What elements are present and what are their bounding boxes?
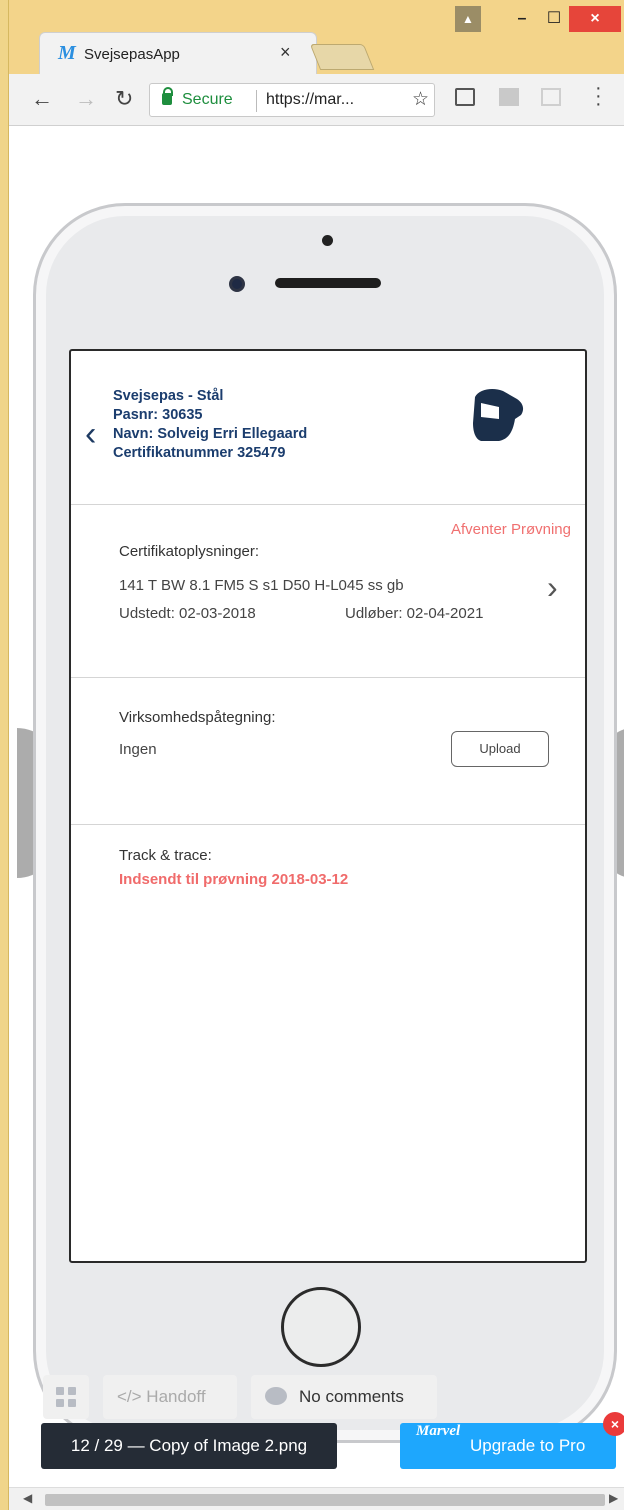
url-text[interactable]: https://mar... (266, 91, 354, 109)
passport-title: Svejsepas - Stål (113, 388, 224, 404)
endorsement-value: Ingen (119, 741, 157, 758)
certificate-number: Certifikatnummer 325479 (113, 445, 286, 461)
comments-button[interactable]: No comments (251, 1375, 437, 1419)
tracking-status: Indsendt til prøvning 2018-03-12 (119, 871, 349, 888)
new-tab-button[interactable] (309, 44, 375, 70)
divider (71, 677, 585, 678)
reload-icon[interactable]: ↻ (115, 86, 133, 112)
scroll-left-icon[interactable]: ◀ (23, 1491, 32, 1505)
chevron-left-icon[interactable]: ‹ (85, 415, 96, 454)
tab-close-icon[interactable]: × (280, 42, 291, 63)
close-window-button[interactable]: × (569, 6, 621, 32)
phone-speaker (275, 278, 381, 288)
address-divider (256, 90, 257, 112)
tracking-label: Track & trace: (119, 847, 212, 864)
comment-icon (265, 1387, 287, 1405)
welder-name: Navn: Solveig Erri Ellegaard (113, 426, 308, 442)
minimize-button[interactable]: – (509, 6, 535, 32)
issued-date: Udstedt: 02-03-2018 (119, 605, 256, 622)
status-badge: Afventer Prøvning (450, 521, 571, 538)
handoff-button[interactable]: </> Handoff (103, 1375, 237, 1419)
passport-number: Pasnr: 30635 (113, 407, 203, 423)
expiry-date: Udløber: 02-04-2021 (345, 605, 484, 622)
back-arrow-icon[interactable]: ← (31, 86, 53, 112)
app-screen: ‹ Svejsepas - Stål Pasnr: 30635 Navn: So… (69, 349, 587, 1263)
phone-home-button (281, 1287, 361, 1367)
menu-icon[interactable]: · · · (595, 78, 602, 114)
lock-icon (162, 87, 173, 105)
extension-icon[interactable] (541, 88, 561, 106)
divider (71, 824, 585, 825)
star-icon[interactable]: ☆ (412, 88, 429, 111)
upgrade-button[interactable]: Marvel Upgrade to Pro (400, 1423, 616, 1469)
browser-window: M SvejsepasApp × ▲ – ☐ × ← → ↻ Secure ht… (8, 0, 624, 1510)
phone-sensor (322, 235, 333, 246)
scrollbar-thumb[interactable] (45, 1494, 605, 1506)
phone-camera (229, 276, 245, 292)
upgrade-label: Upgrade to Pro (470, 1436, 586, 1455)
maximize-button[interactable]: ☐ (541, 6, 567, 32)
secure-label: Secure (182, 91, 233, 108)
horizontal-scrollbar[interactable]: ◀ ▶ (9, 1487, 624, 1510)
profile-icon[interactable]: ▲ (455, 6, 481, 32)
endorsement-label: Virksomhedspåtegning: (119, 709, 276, 726)
marvel-favicon-icon: M (58, 42, 76, 64)
upload-button[interactable]: Upload (451, 731, 549, 767)
tab-title: SvejsepasApp (84, 46, 180, 63)
grid-icon[interactable] (43, 1375, 89, 1419)
certificate-label: Certifikatoplysninger: (119, 543, 260, 560)
certificate-code: 141 T BW 8.1 FM5 S s1 D50 H-L045 ss gb (119, 577, 404, 594)
chevron-right-icon[interactable]: › (547, 569, 558, 606)
cast-icon[interactable] (455, 88, 475, 106)
forward-arrow-icon[interactable]: → (75, 86, 97, 112)
browser-tab[interactable]: M SvejsepasApp × (39, 32, 317, 74)
marvel-logo: Marvel (416, 1423, 461, 1439)
scroll-right-icon[interactable]: ▶ (609, 1491, 618, 1505)
pdf-extension-icon[interactable] (499, 88, 519, 106)
browser-toolbar: ← → ↻ Secure https://mar... ☆ · · · (9, 74, 624, 126)
title-bar: M SvejsepasApp × ▲ – ☐ × (9, 0, 624, 74)
screen-counter: 12 / 29 — Copy of Image 2.png (41, 1423, 337, 1469)
divider (71, 504, 585, 505)
welding-helmet-icon (473, 389, 524, 441)
comments-label: No comments (299, 1387, 404, 1406)
passport-header: Svejsepas - Stål Pasnr: 30635 Navn: Solv… (113, 387, 307, 463)
address-bar[interactable]: Secure https://mar... ☆ (149, 83, 435, 117)
close-badge-icon[interactable]: × (603, 1412, 624, 1436)
